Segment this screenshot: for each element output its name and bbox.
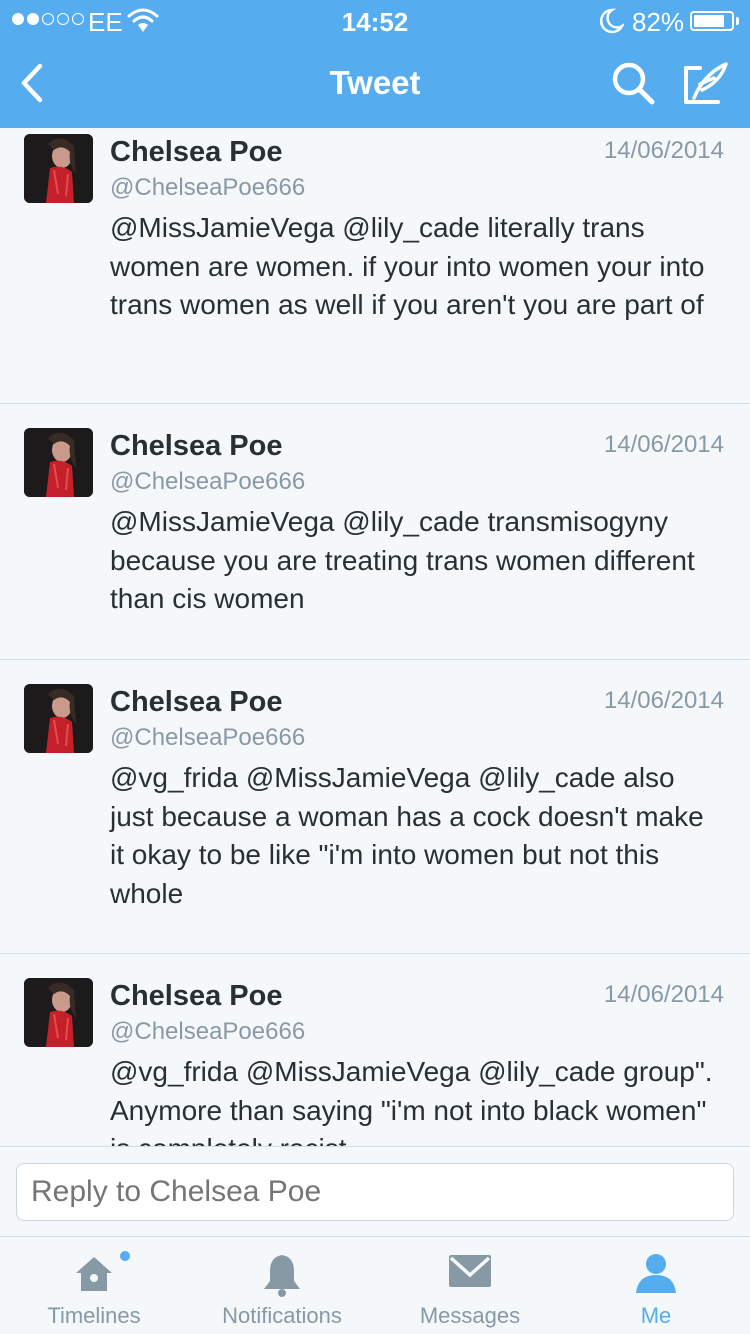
tab-timelines[interactable]: Timelines [0,1237,188,1334]
tab-messages[interactable]: Messages [376,1237,564,1334]
tweet-date: 14/06/2014 [603,981,724,1008]
battery-percentage: 82% [632,7,685,37]
top-bar: EE 14:52 82% Tweet [0,0,750,128]
tweet-date: 14/06/2014 [603,137,724,164]
profile-photo [24,684,93,753]
tweet-author-handle[interactable]: @ChelseaPoe666 [110,468,305,496]
tweet-date: 14/06/2014 [603,687,724,714]
status-bar: EE 14:52 82% [0,0,750,40]
search-icon[interactable] [610,60,656,106]
tweet-item[interactable]: Chelsea Poe @ChelseaPoe666 14/06/2014 @v… [0,660,750,954]
profile-photo [24,978,93,1047]
profile-photo [24,428,93,497]
reply-input[interactable] [16,1163,734,1221]
tweet-date: 14/06/2014 [603,431,724,458]
tweet-text: @MissJamieVega @lily_cade literally tran… [110,212,705,320]
battery-tip [736,17,739,25]
profile-photo [24,134,93,203]
tab-label: Timelines [47,1303,141,1328]
battery-icon [690,11,734,31]
tab-notifications[interactable]: Notifications [188,1237,376,1334]
avatar[interactable] [24,978,93,1047]
notification-dot [120,1251,130,1261]
avatar[interactable] [24,684,93,753]
tab-label: Notifications [222,1303,342,1328]
do-not-disturb-moon-icon [599,8,624,34]
tweet-author-name[interactable]: Chelsea Poe [110,980,282,1013]
tweet-item[interactable]: Chelsea Poe @ChelseaPoe666 14/06/2014 @M… [0,404,750,660]
home-icon [76,1257,112,1291]
tweet-author-handle[interactable]: @ChelseaPoe666 [110,724,305,752]
person-icon [636,1254,676,1293]
tab-label: Me [640,1303,672,1328]
tab-label: Messages [419,1303,521,1328]
avatar[interactable] [24,428,93,497]
tab-me[interactable]: Me [562,1237,750,1334]
envelope-icon [449,1255,491,1287]
battery-level-fill [694,15,724,27]
tweet-item[interactable]: Chelsea Poe @ChelseaPoe666 14/06/2014 @v… [0,954,750,1146]
reply-bar [0,1146,750,1236]
tweet-author-name[interactable]: Chelsea Poe [110,430,282,463]
tweet-text: @vg_frida @MissJamieVega @lily_cade grou… [110,1056,713,1146]
tweet-item[interactable]: Chelsea Poe @ChelseaPoe666 14/06/2014 @M… [0,128,750,404]
tweet-text: @vg_frida @MissJamieVega @lily_cade also… [110,762,704,909]
tweet-author-handle[interactable]: @ChelseaPoe666 [110,1018,305,1046]
tweet-text: @MissJamieVega @lily_cade transmisogyny … [110,506,695,614]
avatar[interactable] [24,134,93,203]
tweet-list[interactable]: Chelsea Poe @ChelseaPoe666 14/06/2014 @M… [0,128,750,1146]
tweet-author-name[interactable]: Chelsea Poe [110,686,282,719]
compose-tweet-icon[interactable] [680,60,730,106]
tweet-author-name[interactable]: Chelsea Poe [110,136,282,169]
tab-bar: Timelines Notifications Messages Me [0,1236,750,1334]
tweet-author-handle[interactable]: @ChelseaPoe666 [110,174,305,202]
bell-icon [264,1255,300,1297]
